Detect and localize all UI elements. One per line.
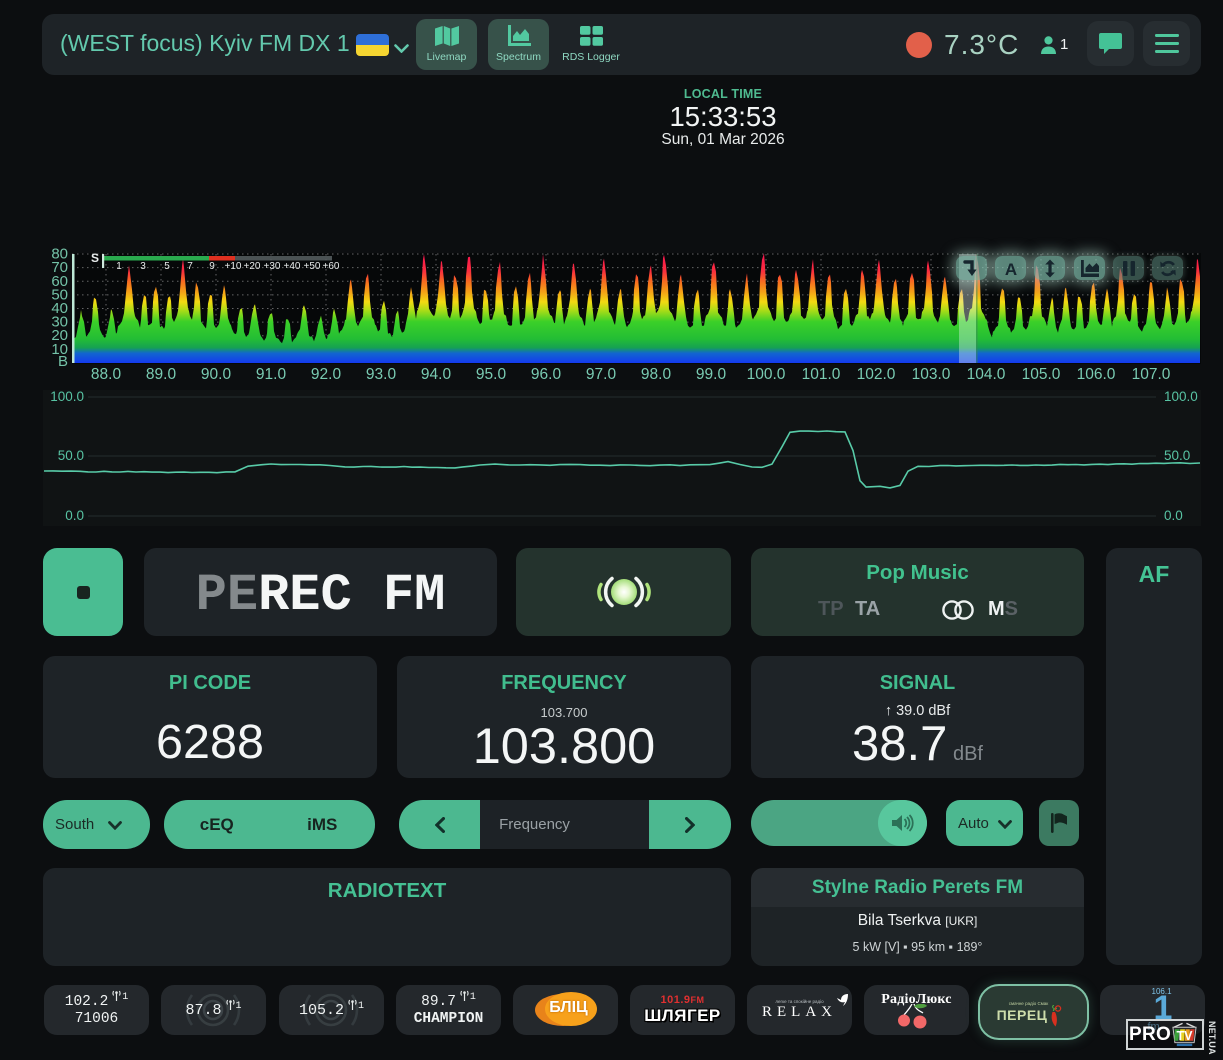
svg-text:7: 7 [187, 261, 193, 272]
svg-text:50.0: 50.0 [1164, 448, 1190, 463]
svg-text:9: 9 [209, 261, 215, 272]
svg-text:A: A [1004, 260, 1016, 277]
svg-text:99.0: 99.0 [696, 366, 727, 383]
svg-text:+30: +30 [264, 261, 281, 272]
svg-text:TV: TV [1177, 1029, 1194, 1043]
svg-text:50.0: 50.0 [58, 448, 84, 463]
svg-text:92.0: 92.0 [311, 366, 342, 383]
svg-text:+10: +10 [225, 261, 242, 272]
svg-text:98.0: 98.0 [641, 366, 672, 383]
svg-text:94.0: 94.0 [421, 366, 452, 383]
svg-text:104.0: 104.0 [967, 366, 1006, 383]
svg-text:90.0: 90.0 [201, 366, 232, 383]
svg-text:0.0: 0.0 [1164, 508, 1183, 523]
svg-text:102.0: 102.0 [857, 366, 896, 383]
svg-text:97.0: 97.0 [586, 366, 617, 383]
svg-text:107.0: 107.0 [1132, 366, 1171, 383]
svg-text:+60: +60 [323, 261, 340, 272]
svg-text:B: B [58, 353, 68, 370]
svg-text:103.0: 103.0 [912, 366, 951, 383]
svg-text:+50: +50 [304, 261, 321, 272]
svg-text:88.0: 88.0 [91, 366, 122, 383]
svg-text:101.0: 101.0 [802, 366, 841, 383]
svg-text:100.0: 100.0 [1164, 389, 1198, 404]
svg-text:S: S [91, 251, 99, 265]
svg-text:0.0: 0.0 [65, 508, 84, 523]
svg-text:3: 3 [140, 261, 146, 272]
svg-text:89.0: 89.0 [146, 366, 177, 383]
svg-text:100.0: 100.0 [747, 366, 786, 383]
svg-text:100.0: 100.0 [50, 389, 84, 404]
svg-text:95.0: 95.0 [476, 366, 507, 383]
svg-text:+40: +40 [284, 261, 301, 272]
svg-text:1: 1 [116, 261, 122, 272]
svg-text:96.0: 96.0 [531, 366, 562, 383]
svg-text:106.0: 106.0 [1077, 366, 1116, 383]
svg-text:105.0: 105.0 [1022, 366, 1061, 383]
svg-text:+20: +20 [244, 261, 261, 272]
svg-text:91.0: 91.0 [256, 366, 287, 383]
svg-text:5: 5 [164, 261, 170, 272]
svg-text:93.0: 93.0 [366, 366, 397, 383]
